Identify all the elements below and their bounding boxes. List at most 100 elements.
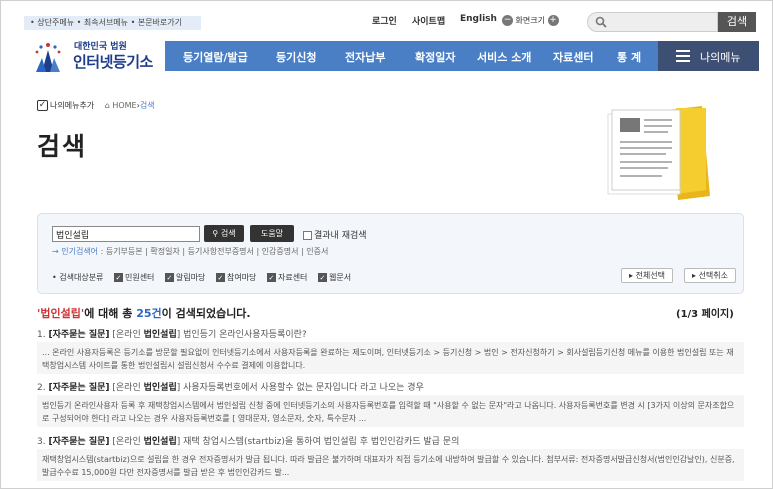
- deselect-all-button[interactable]: ▸ 선택취소: [684, 268, 737, 283]
- zoom-out-icon[interactable]: −: [502, 15, 513, 26]
- breadcrumb-home-label: HOME: [112, 101, 137, 110]
- summary-text: 이 검색되었습니다.: [161, 307, 251, 320]
- result-title[interactable]: 3. [자주묻는 질문] [온라인 법인설립] 재택 창업시스템(startbi…: [37, 434, 459, 447]
- deselect-all-label: 선택취소: [698, 271, 729, 280]
- result-title-text: 사용자등록번호에서 사용할수 없는 문자입니다 라고 나오는 경우: [183, 383, 424, 393]
- result-snippet: 법인등기 온라인사용자 등록 후 재택창업시스템에서 법인설립 신청 중에 인터…: [37, 395, 744, 427]
- result-title-text: 재택 창업시스템(startbiz)을 통하여 법인설립 후 법인인감카드 발급…: [183, 437, 460, 447]
- result-category: [온라인: [112, 383, 144, 393]
- check-icon: ✓: [37, 100, 48, 111]
- search-scope: • 검색대상분류 ✓ 민원센터 ✓ 알림마당 ✓ 참여마당 ✓ 자료센터 ✓ 웹문서: [52, 272, 351, 283]
- search-icon: [595, 16, 607, 28]
- result-snippet: 재택창업시스템(startbiz)으로 설립을 한 경우 전자증명서가 발급 됩…: [37, 449, 744, 481]
- search-icon: ⚲: [212, 229, 219, 238]
- breadcrumb: ✓ 나의메뉴추가 ⌂ HOME›검색: [37, 100, 155, 111]
- scope-label-resources: 자료센터: [277, 273, 308, 282]
- scope-label-participation: 참여마당: [226, 273, 257, 282]
- result-category: ]: [176, 437, 181, 447]
- main-nav: 등기열람/발급 등기신청 전자납부 확정일자 서비스 소개 자료센터 통 계: [165, 41, 658, 71]
- summary-text: 에 대해 총: [84, 307, 137, 320]
- nav-registry-apply[interactable]: 등기신청: [276, 49, 316, 65]
- scope-checkbox-civil[interactable]: ✓ 민원센터: [113, 273, 155, 282]
- my-menu-label: 나의메뉴: [700, 51, 741, 64]
- popular-term[interactable]: 등기부등본: [106, 247, 143, 256]
- scope-label-notice: 알림마당: [175, 273, 206, 282]
- search-within-results[interactable]: 결과내 재검색: [303, 228, 367, 241]
- arrow-right-icon: ▸: [629, 271, 634, 280]
- result-category: ]: [176, 383, 181, 393]
- zoom-in-icon[interactable]: +: [547, 15, 559, 26]
- scope-checkbox-resources[interactable]: ✓ 자료센터: [266, 273, 308, 282]
- summary-count: 25건: [136, 307, 162, 320]
- result-number: 1.: [37, 330, 46, 340]
- top-search-button[interactable]: 검색: [718, 12, 756, 32]
- scope-checkbox-notice[interactable]: ✓ 알림마당: [164, 273, 206, 282]
- zoom-label: 화면크기: [515, 16, 545, 25]
- popular-label: → 인기검색어: [52, 247, 99, 256]
- search-input[interactable]: [52, 226, 200, 242]
- result-category-keyword: 법인설립: [143, 437, 177, 447]
- zoom-control: − 화면크기 +: [502, 15, 559, 26]
- popular-term[interactable]: 인증서: [306, 247, 328, 256]
- popular-term[interactable]: 인감증명서: [262, 247, 299, 256]
- checkbox-checked-icon: ✓: [215, 273, 225, 282]
- summary-query: 법인설립: [40, 307, 81, 320]
- scope-checkbox-participation[interactable]: ✓ 참여마당: [215, 273, 257, 282]
- select-all-button[interactable]: ▸ 전체선택: [621, 268, 674, 283]
- breadcrumb-current: 검색: [139, 101, 155, 110]
- arrow-right-icon: ▸: [692, 271, 697, 280]
- checkbox-checked-icon: ✓: [266, 273, 276, 282]
- top-search-input[interactable]: [587, 12, 718, 32]
- popular-term[interactable]: 등기사항전부증명서: [188, 247, 254, 256]
- result-tag: [자주묻는 질문]: [48, 437, 110, 447]
- nav-resource-center[interactable]: 자료센터: [553, 49, 593, 65]
- help-button[interactable]: 도움말: [250, 225, 294, 242]
- english-link[interactable]: English: [460, 14, 497, 24]
- nav-service-intro[interactable]: 서비스 소개: [477, 49, 531, 65]
- results-summary: '법인설립'에 대해 총 25건이 검색되었습니다.: [37, 305, 251, 321]
- document-folder-illustration: [607, 106, 710, 200]
- result-category: [온라인: [112, 330, 144, 340]
- logo[interactable]: 대한민국 법원 인터넷등기소: [28, 36, 158, 76]
- nav-e-payment[interactable]: 전자납부: [345, 49, 385, 65]
- nav-registry-view[interactable]: 등기열람/발급: [183, 49, 248, 65]
- search-panel: ⚲ 검색 도움말 결과내 재검색 → 인기검색어 : 등기부등본 | 확정일자 …: [37, 213, 744, 294]
- page-indicator: (1/3 페이지): [676, 309, 734, 320]
- result-category-keyword: 법인설립: [143, 330, 177, 340]
- search-within-results-label: 결과내 재검색: [314, 231, 367, 241]
- result-snippet: ... 온라인 사용자등록은 등기소를 방문할 필요없이 인터넷등기소에서 사용…: [37, 342, 744, 374]
- sitemap-link[interactable]: 사이트맵: [412, 14, 445, 27]
- popular-term[interactable]: 확정일자: [150, 247, 179, 256]
- breadcrumb-home[interactable]: ⌂ HOME: [105, 101, 137, 110]
- checkbox-checked-icon: ✓: [164, 273, 174, 282]
- checkbox-icon: [303, 231, 312, 240]
- scope-checkbox-web[interactable]: ✓ 웹문서: [317, 273, 351, 282]
- court-logo-icon: [35, 43, 61, 72]
- select-all-label: 전체선택: [635, 271, 666, 280]
- result-title-text: 법인등기 온라인사용자등록이란?: [183, 330, 307, 340]
- nav-fixed-date[interactable]: 확정일자: [415, 49, 455, 65]
- result-title[interactable]: 2. [자주묻는 질문] [온라인 법인설립] 사용자등록번호에서 사용할수 없…: [37, 380, 424, 393]
- home-icon: ⌂: [104, 101, 110, 110]
- result-number: 2.: [37, 383, 46, 393]
- scope-label: • 검색대상분류: [52, 273, 104, 282]
- hamburger-icon: [676, 50, 690, 62]
- result-category-keyword: 법인설립: [143, 383, 177, 393]
- scope-label-civil: 민원센터: [124, 273, 155, 282]
- my-menu-button[interactable]: 나의메뉴: [658, 41, 759, 71]
- popular-searches: → 인기검색어 : 등기부등본 | 확정일자 | 등기사항전부증명서 | 인감증…: [52, 247, 329, 256]
- search-button[interactable]: ⚲ 검색: [204, 225, 244, 242]
- page-title: 검색: [37, 132, 88, 161]
- result-category: ]: [176, 330, 181, 340]
- skip-links[interactable]: • 상단주메뉴 • 최속서브메뉴 • 본문바로가기: [24, 16, 201, 30]
- result-title[interactable]: 1. [자주묻는 질문] [온라인 법인설립] 법인등기 온라인사용자등록이란?: [37, 327, 307, 340]
- logo-title: 인터넷등기소: [73, 53, 153, 71]
- nav-statistics[interactable]: 통 계: [617, 49, 641, 65]
- add-menu-label: 나의메뉴추가: [50, 101, 95, 110]
- result-tag: [자주묻는 질문]: [48, 330, 110, 340]
- login-link[interactable]: 로그인: [372, 14, 397, 27]
- add-menu-button[interactable]: ✓ 나의메뉴추가: [37, 100, 95, 111]
- result-category: [온라인: [112, 437, 144, 447]
- result-number: 3.: [37, 437, 46, 447]
- checkbox-checked-icon: ✓: [317, 273, 327, 282]
